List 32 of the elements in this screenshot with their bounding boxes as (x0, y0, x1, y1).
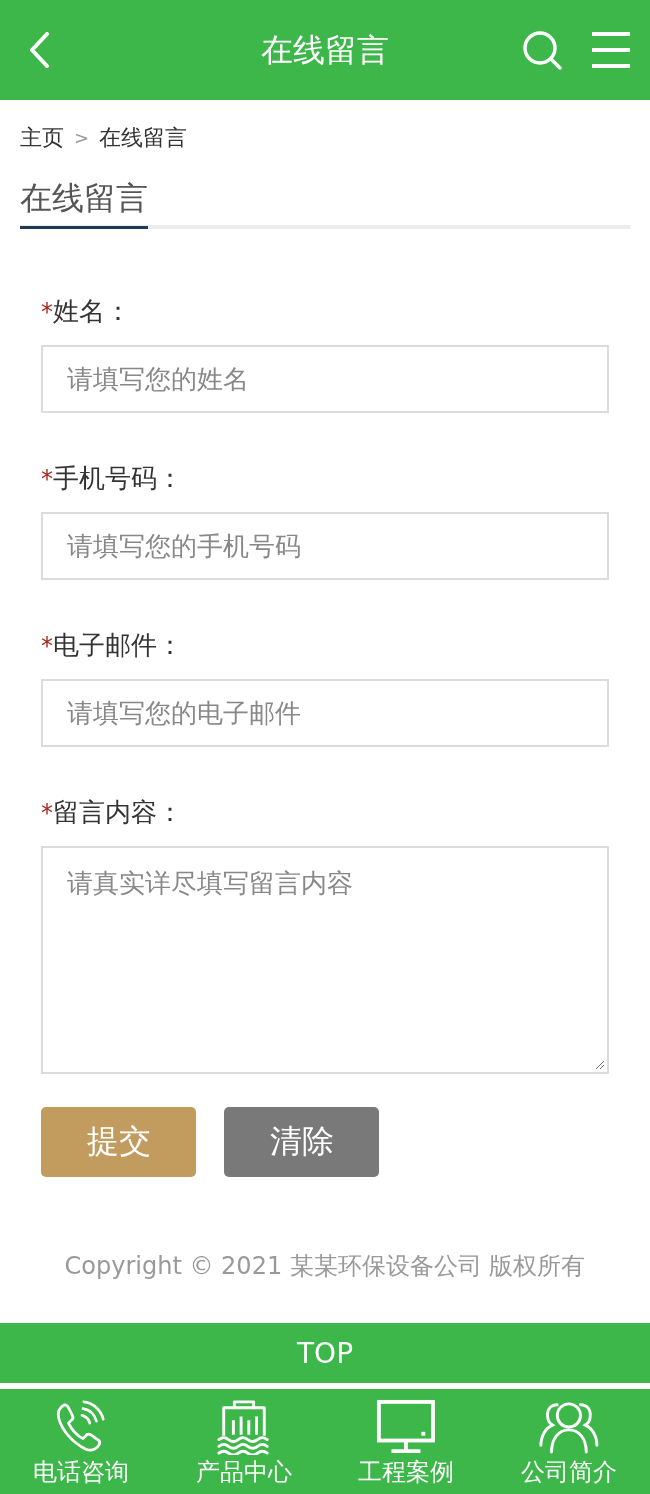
field-label: 电子邮件： (53, 629, 183, 662)
back-to-top-button[interactable]: TOP (0, 1323, 650, 1383)
field-label: 留言内容： (53, 796, 183, 829)
required-asterisk: * (41, 631, 53, 662)
people-icon (537, 1399, 600, 1455)
field-label: 姓名： (53, 295, 131, 328)
page-title: 在线留言 (261, 30, 389, 70)
copyright-text: Copyright © 2021 某某环保设备公司 版权所有 (63, 1251, 587, 1281)
clear-button[interactable]: 清除 (224, 1107, 379, 1177)
text-input-field[interactable]: 请填写您的电子邮件 (41, 679, 609, 747)
required-asterisk: * (41, 464, 53, 495)
water-tank-icon (215, 1399, 272, 1455)
nav-item[interactable]: 公司简介 (487, 1389, 650, 1494)
field-label: 手机号码： (53, 462, 183, 495)
back-icon[interactable] (28, 32, 50, 68)
text-input-field[interactable]: 请填写您的手机号码 (41, 512, 609, 580)
section-title: 在线留言 (20, 176, 148, 229)
breadcrumb-separator: > (74, 126, 90, 150)
monitor-icon (376, 1399, 437, 1455)
search-icon[interactable] (522, 30, 562, 70)
nav-item[interactable]: 产品中心 (162, 1389, 325, 1494)
submit-button[interactable]: 提交 (41, 1107, 196, 1177)
text-input-field[interactable]: 请填写您的姓名 (41, 345, 609, 413)
required-asterisk: * (41, 798, 53, 829)
breadcrumb-current: 在线留言 (99, 124, 188, 152)
required-asterisk: * (41, 297, 53, 328)
breadcrumb-link[interactable]: 主页 (20, 123, 64, 153)
resize-grip-icon[interactable] (595, 1060, 605, 1070)
menu-icon[interactable] (592, 31, 630, 69)
nav-item[interactable]: 工程案例 (325, 1389, 488, 1494)
message-textarea[interactable]: 请真实详尽填写留言内容 (41, 846, 609, 1074)
nav-item[interactable]: 电话咨询 (0, 1389, 163, 1494)
